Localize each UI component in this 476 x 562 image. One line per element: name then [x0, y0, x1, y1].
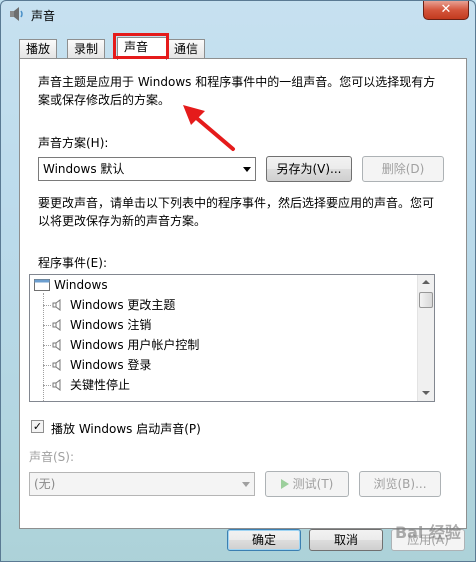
sound-dropdown[interactable]: (无): [29, 472, 255, 496]
list-item-label: Windows 更改主题: [70, 298, 176, 312]
cancel-button[interactable]: 取消: [309, 529, 383, 551]
tab-communications[interactable]: 通信: [167, 39, 206, 59]
scroll-up-icon[interactable]: [418, 275, 434, 291]
close-icon: ✕: [440, 2, 452, 17]
chevron-down-icon: [243, 167, 251, 172]
intro-text-line1: 声音主题是应用于 Windows 和程序事件中的一组声音。您可以选择现有方: [38, 75, 436, 89]
tree-branch: [43, 345, 51, 346]
tree-branch: [43, 325, 51, 326]
window-title: 声音: [31, 9, 56, 23]
sound-dialog: 声音 ✕ 播放 录制 声音 通信 声音主题是应用于 Windows 和程序事件中…: [0, 0, 476, 562]
list-item-label: Windows 登录: [70, 358, 152, 372]
list-item-label: Windows 注销: [70, 318, 152, 332]
instructions-line2: 以将更改保存为新的声音方案。: [38, 214, 207, 228]
program-events-list[interactable]: Windows Windows 更改主题 Windows 注销 Windows …: [29, 274, 435, 402]
startup-sound-checkbox[interactable]: ✓: [31, 420, 44, 433]
tab-sounds[interactable]: 声音: [117, 37, 167, 60]
dialog-client: 播放 录制 声音 通信 声音主题是应用于 Windows 和程序事件中的一组声音…: [9, 31, 469, 555]
scheme-label: 声音方案(H):: [38, 136, 109, 150]
annotation-arrow: [183, 105, 235, 151]
title-bar[interactable]: 声音 ✕: [1, 1, 475, 27]
speaker-icon: [52, 379, 61, 391]
intro-text-line2: 案或保存修改后的方案。: [38, 93, 171, 107]
tree-branch: [43, 385, 51, 386]
sound-value: (无): [34, 477, 56, 491]
scheme-dropdown[interactable]: Windows 默认: [38, 157, 256, 181]
speaker-icon: [52, 359, 61, 371]
scroll-thumb[interactable]: [419, 292, 433, 308]
sounds-label: 声音(S):: [29, 450, 75, 464]
save-as-button[interactable]: 另存为(V)...: [266, 156, 352, 182]
test-button-label: 测试(T): [292, 477, 334, 491]
speaker-icon: [52, 299, 61, 311]
scheme-value: Windows 默认: [43, 162, 125, 176]
tab-playback[interactable]: 播放: [19, 39, 58, 59]
ok-button[interactable]: 确定: [227, 529, 301, 551]
speaker-icon: [52, 339, 61, 351]
watermark: Bai 经验: [394, 523, 461, 542]
chevron-down-icon: [242, 482, 250, 487]
events-label: 程序事件(E):: [38, 256, 107, 270]
instructions-line1: 要更改声音，请单击以下列表中的程序事件，然后选择要应用的声音。您可: [38, 196, 435, 210]
browse-button[interactable]: 浏览(B)...: [359, 471, 441, 497]
tree-branch: [43, 365, 51, 366]
startup-sound-label[interactable]: 播放 Windows 启动声音(P): [51, 420, 201, 437]
events-scrollbar[interactable]: [417, 275, 434, 401]
list-item-label: Windows 用户帐户控制: [70, 338, 200, 352]
speaker-icon: [52, 319, 61, 331]
list-item-label: 关键性停止: [70, 378, 131, 392]
scroll-down-icon[interactable]: [418, 385, 434, 401]
list-item-label: Windows: [54, 278, 108, 292]
test-button[interactable]: 测试(T): [265, 471, 349, 497]
close-button[interactable]: ✕: [423, 1, 469, 20]
tab-recording[interactable]: 录制: [67, 39, 106, 59]
window-group-icon: [34, 279, 50, 291]
play-icon: [280, 479, 289, 489]
tree-branch: [43, 305, 51, 306]
delete-button[interactable]: 删除(D): [362, 156, 444, 182]
speaker-icon: [10, 7, 23, 21]
